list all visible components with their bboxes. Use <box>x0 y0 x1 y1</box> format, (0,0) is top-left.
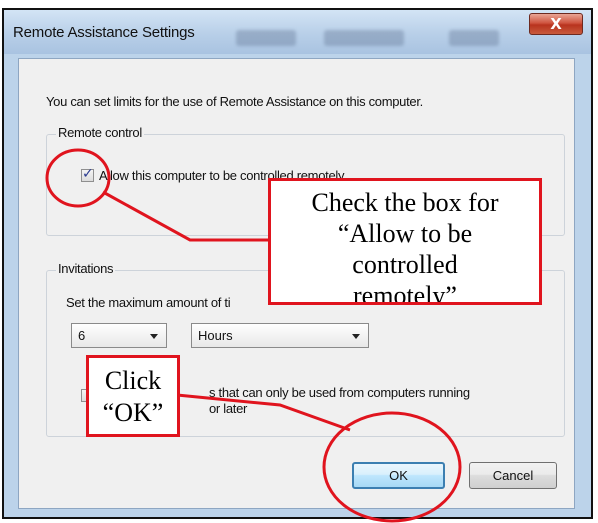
callout-line: controlled <box>352 250 458 279</box>
callout-line: remotely” <box>353 281 457 305</box>
background-tab-ghost <box>449 30 499 46</box>
background-tab-ghost <box>236 30 296 46</box>
duration-unit-select[interactable]: Hours <box>191 323 369 348</box>
invitations-group-label: Invitations <box>56 261 116 276</box>
callout-line: Check the box for <box>311 188 499 217</box>
cancel-button[interactable]: Cancel <box>469 462 557 489</box>
duration-value-select[interactable]: 6 <box>71 323 167 348</box>
click-ok-callout: Click “OK” <box>86 355 180 437</box>
callout-line: “OK” <box>102 398 164 427</box>
window-title: Remote Assistance Settings <box>13 24 195 41</box>
intro-text: You can set limits for the use of Remote… <box>46 94 423 109</box>
allow-remote-callout: Check the box for “Allow to be controlle… <box>268 178 542 305</box>
remote-control-group-label: Remote control <box>56 125 144 140</box>
ok-button[interactable]: OK <box>352 462 445 489</box>
chevron-down-icon <box>150 334 158 339</box>
vista-invitations-label-line2[interactable]: or later <box>209 401 247 416</box>
duration-unit: Hours <box>198 328 233 343</box>
max-time-label: Set the maximum amount of ti <box>66 295 231 310</box>
chevron-down-icon <box>352 334 360 339</box>
allow-remote-control-checkbox[interactable]: ✓ <box>81 166 94 182</box>
callout-line: “Allow to be <box>337 219 473 248</box>
duration-value: 6 <box>78 328 86 343</box>
callout-line: Click <box>104 366 162 395</box>
title-bar[interactable]: Remote Assistance Settings X <box>4 10 591 54</box>
close-icon: X <box>550 15 562 33</box>
vista-invitations-label-line1[interactable]: s that can only be used from computers r… <box>209 385 470 400</box>
close-button[interactable]: X <box>529 13 583 35</box>
background-tab-ghost <box>324 30 404 46</box>
checkmark-icon: ✓ <box>82 166 94 182</box>
